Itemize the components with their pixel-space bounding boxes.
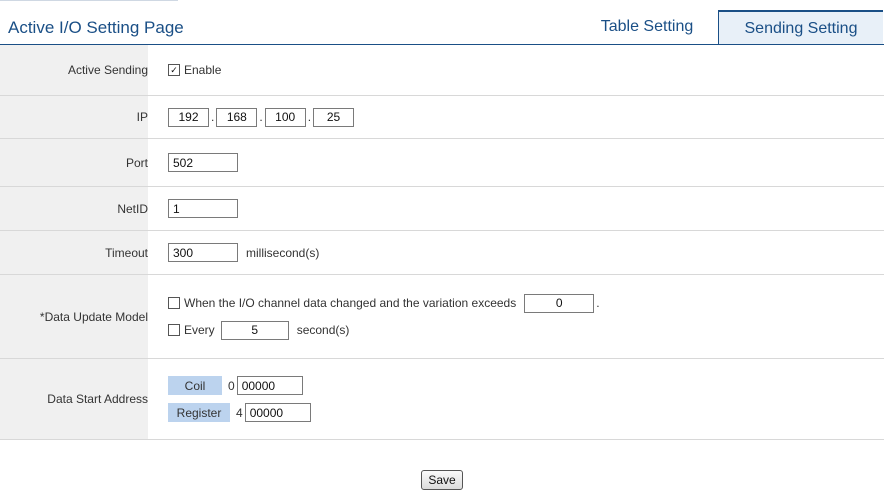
register-address-line: Register 4: [168, 403, 311, 422]
title-tab-divider: [0, 0, 178, 5]
row-ip: IP . . .: [0, 96, 884, 139]
ip-value: . . .: [148, 96, 884, 138]
data-start-value: Coil 0 Register 4: [148, 359, 884, 439]
ip-label: IP: [0, 96, 148, 138]
data-update-option-variation: When the I/O channel data changed and th…: [168, 293, 600, 313]
data-update-option-interval: Every second(s): [168, 320, 600, 340]
ip-octet-4-input[interactable]: [313, 107, 355, 127]
settings-form: Active Sending ✓ Enable IP . . . Port Ne…: [0, 45, 884, 440]
variation-checkbox[interactable]: [168, 297, 180, 309]
interval-option-label: Every: [184, 323, 215, 337]
variation-option-suffix: .: [596, 296, 600, 310]
save-button[interactable]: Save: [421, 470, 463, 490]
ip-octet-2-input[interactable]: [216, 107, 258, 127]
row-netid: NetID: [0, 187, 884, 231]
data-update-label: *Data Update Model: [0, 275, 148, 358]
data-update-options: When the I/O channel data changed and th…: [168, 293, 600, 340]
port-value: [148, 139, 884, 186]
netid-input[interactable]: [168, 199, 238, 218]
timeout-unit: millisecond(s): [246, 245, 320, 260]
enable-checkbox-label: Enable: [184, 63, 222, 77]
variation-threshold-input[interactable]: [524, 293, 595, 313]
register-tag: Register: [168, 403, 230, 422]
interval-unit: second(s): [296, 323, 350, 337]
row-data-update-model: *Data Update Model When the I/O channel …: [0, 275, 884, 359]
data-update-value: When the I/O channel data changed and th…: [148, 275, 884, 358]
row-timeout: Timeout millisecond(s): [0, 231, 884, 275]
register-address-input[interactable]: [244, 403, 311, 422]
interval-checkbox[interactable]: [168, 324, 180, 336]
row-data-start-address: Data Start Address Coil 0 Register 4: [0, 359, 884, 440]
interval-seconds-input[interactable]: [220, 320, 289, 340]
ip-separator: .: [307, 110, 312, 124]
netid-label: NetID: [0, 187, 148, 230]
save-area: Save: [0, 470, 884, 490]
coil-tag: Coil: [168, 376, 222, 395]
top-bar: Active I/O Setting Page Table Setting Se…: [0, 0, 884, 46]
port-label: Port: [0, 139, 148, 186]
coil-address-line: Coil 0: [168, 376, 311, 395]
variation-option-label: When the I/O channel data changed and th…: [184, 296, 517, 310]
coil-address-input[interactable]: [236, 376, 303, 395]
timeout-label: Timeout: [0, 231, 148, 274]
page-title: Active I/O Setting Page: [8, 18, 184, 37]
timeout-value: millisecond(s): [148, 231, 884, 274]
active-sending-value: ✓ Enable: [148, 45, 884, 95]
ip-separator: .: [259, 110, 263, 124]
row-port: Port: [0, 139, 884, 187]
tab-table-setting[interactable]: Table Setting: [578, 10, 716, 44]
data-start-label: Data Start Address: [0, 359, 148, 439]
data-start-fields: Coil 0 Register 4: [168, 376, 311, 422]
port-input[interactable]: [168, 153, 238, 172]
coil-prefix: 0: [228, 378, 235, 393]
tab-sending-setting[interactable]: Sending Setting: [718, 10, 883, 46]
ip-octet-1-input[interactable]: [168, 107, 209, 127]
row-active-sending: Active Sending ✓ Enable: [0, 45, 884, 96]
ip-octet-3-input[interactable]: [264, 107, 306, 127]
ip-separator: .: [211, 110, 215, 124]
register-prefix: 4: [236, 405, 243, 420]
netid-value: [148, 187, 884, 230]
enable-checkbox[interactable]: ✓: [168, 64, 180, 76]
active-sending-label: Active Sending: [0, 45, 148, 95]
timeout-input[interactable]: [168, 243, 238, 262]
